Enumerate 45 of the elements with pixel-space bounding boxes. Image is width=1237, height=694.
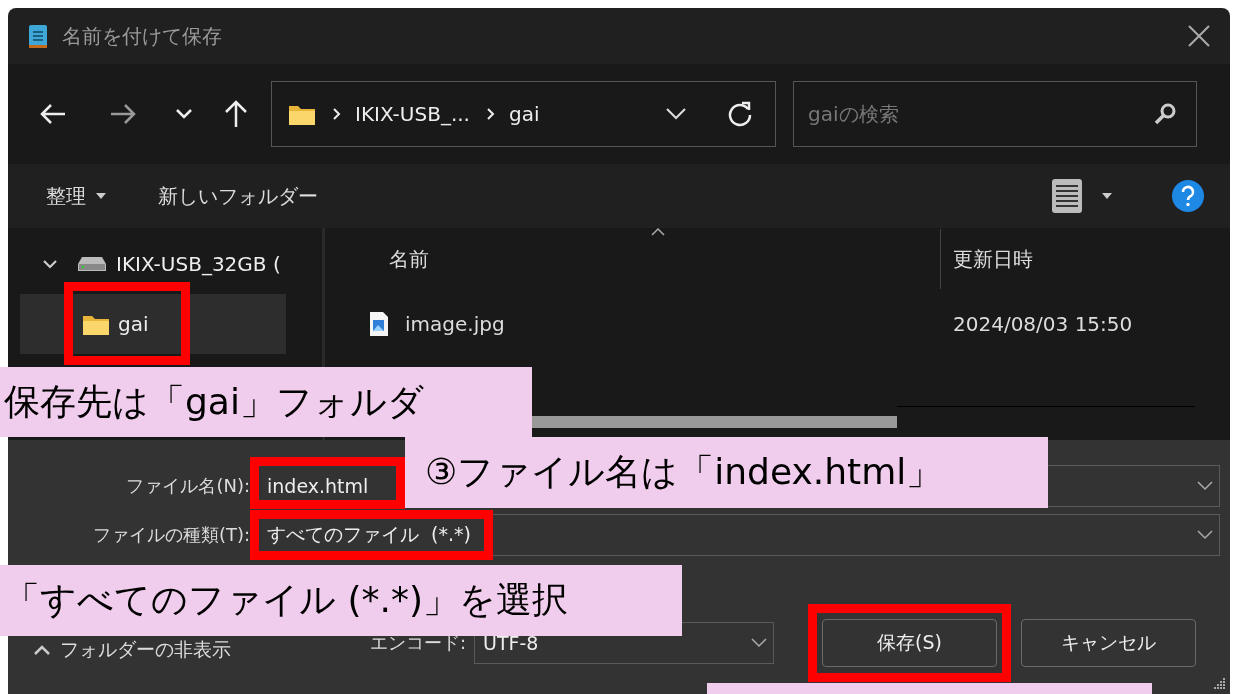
folder-icon: [288, 103, 316, 125]
tree-item[interactable]: IKIX-USB_32GB (: [20, 234, 286, 294]
column-header[interactable]: 名前: [325, 228, 940, 290]
new-folder-button[interactable]: 新しいフォルダー: [152, 178, 324, 214]
annotation-tooltip: ③ファイル名は「index.html」: [405, 437, 1048, 508]
chevron-down-icon[interactable]: [665, 107, 687, 121]
caret-icon[interactable]: [1102, 193, 1112, 199]
search-icon: [1153, 102, 1177, 126]
window-title: 名前を付けて保存: [62, 22, 222, 50]
column-header[interactable]: 更新日時: [940, 229, 1033, 289]
chevron-down-icon: [1197, 481, 1213, 491]
forward-arrow-icon[interactable]: [110, 103, 136, 125]
refresh-icon[interactable]: [727, 101, 753, 127]
organize-menu[interactable]: 整理: [40, 178, 112, 214]
search-field[interactable]: gaiの検索: [793, 81, 1197, 147]
modified-date: 2024/08/03 15:50: [953, 312, 1133, 336]
annotation-tooltip: 保存先は「gai」フォルダ: [0, 367, 532, 437]
breadcrumb-item[interactable]: IKIX-USB_...: [355, 102, 470, 126]
field-label: ファイル名(N):: [125, 474, 250, 498]
chevron-right-icon: [332, 107, 341, 121]
file-name[interactable]: image.jpg: [405, 312, 505, 336]
address-bar[interactable]: IKIX-USB_... gai: [271, 81, 776, 147]
folder-icon: [82, 313, 110, 335]
notepad-icon: [28, 23, 48, 49]
drive-icon: [78, 257, 106, 271]
chevron-down-icon: [1197, 530, 1213, 540]
image-file-icon: [369, 311, 389, 337]
back-arrow-icon[interactable]: [40, 103, 66, 125]
annotation-tooltip: 「すべてのファイル (*.*)」を選択: [0, 565, 682, 636]
resize-grip-icon: [1214, 678, 1226, 690]
chevron-down-icon: [751, 638, 767, 648]
chevron-up-icon: [34, 645, 50, 655]
caret-icon: [96, 193, 106, 199]
chevron-down-icon[interactable]: [175, 108, 193, 120]
chevron-right-icon: [485, 107, 495, 121]
up-arrow-icon[interactable]: [224, 100, 248, 128]
list-view-icon[interactable]: [1052, 179, 1082, 213]
cancel-button[interactable]: キャンセル: [1021, 619, 1196, 667]
save-button[interactable]: 保存(S): [822, 619, 997, 667]
hide-folders-toggle[interactable]: フォルダーの非表示: [30, 637, 235, 663]
help-icon[interactable]: [1172, 180, 1204, 212]
field-label: ファイルの種類(T):: [91, 523, 250, 547]
close-icon[interactable]: [1188, 25, 1210, 47]
tree-item[interactable]: gai: [20, 294, 286, 354]
breadcrumb-item[interactable]: gai: [508, 102, 540, 126]
